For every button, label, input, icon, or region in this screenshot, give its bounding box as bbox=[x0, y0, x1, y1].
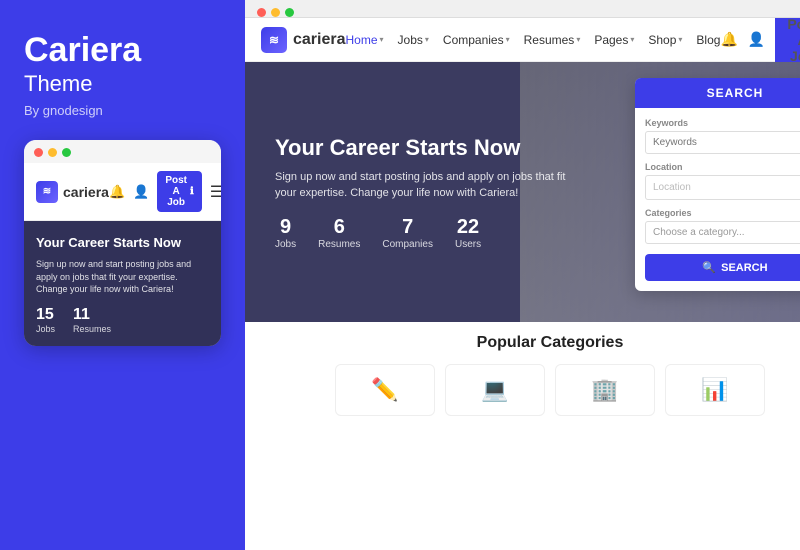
mobile-resumes-num: 11 bbox=[73, 306, 90, 324]
mobile-logo: ≋ cariera bbox=[36, 181, 109, 203]
mobile-jobs-num: 15 bbox=[36, 306, 54, 324]
search-button[interactable]: 🔍 SEARCH bbox=[645, 254, 800, 281]
categories-select[interactable]: Choose a category... bbox=[645, 221, 800, 244]
hamburger-icon[interactable]: ☰ bbox=[210, 182, 221, 202]
category-card-design[interactable]: ✏️ bbox=[335, 364, 435, 416]
left-panel: Cariera Theme By gnodesign ≋ cariera 🔔 👤… bbox=[0, 0, 245, 550]
bell-icon[interactable]: 🔔 bbox=[720, 31, 737, 48]
category-cards: ✏️ 💻 🏢 📊 bbox=[261, 364, 800, 416]
desktop-nav-links: Home ▾ Jobs ▾ Companies ▾ Resumes ▾ Page… bbox=[346, 33, 721, 47]
chevron-down-icon: ▾ bbox=[576, 35, 580, 44]
search-box: SEARCH Keywords Location Location ⊕ Cate… bbox=[635, 78, 800, 291]
user-icon: 👤 bbox=[133, 184, 149, 200]
browser-dot-yellow bbox=[271, 8, 280, 17]
desktop-logo-icon: ≋ bbox=[261, 27, 287, 53]
hero-content: Your Career Starts Now Sign up now and s… bbox=[275, 135, 575, 250]
mobile-stat-jobs: 15 Jobs bbox=[36, 306, 55, 334]
mobile-stats: 15 Jobs 11 Resumes bbox=[36, 306, 209, 334]
bell-icon: 🔔 bbox=[109, 184, 125, 200]
post-icon: ℹ bbox=[190, 186, 194, 197]
hero-jobs-label: Jobs bbox=[275, 239, 296, 250]
finance-icon: 📊 bbox=[701, 377, 728, 403]
categories-label: Categories bbox=[645, 208, 800, 218]
keywords-label: Keywords bbox=[645, 118, 800, 128]
hero-resumes-label: Resumes bbox=[318, 239, 360, 250]
brand-subtitle: Theme bbox=[24, 71, 221, 97]
user-icon[interactable]: 👤 bbox=[748, 31, 765, 48]
hero-users-label: Users bbox=[455, 239, 481, 250]
desktop-post-btn-label: Post A Job bbox=[787, 18, 800, 64]
nav-link-jobs[interactable]: Jobs ▾ bbox=[398, 33, 429, 47]
hero-companies-num: 7 bbox=[402, 216, 413, 239]
browser-dot-red bbox=[257, 8, 266, 17]
by-line: By gnodesign bbox=[24, 103, 221, 118]
mobile-jobs-label: Jobs bbox=[36, 324, 55, 334]
mobile-nav: ≋ cariera 🔔 👤 Post A Job ℹ ☰ bbox=[24, 163, 221, 221]
category-card-business[interactable]: 🏢 bbox=[555, 364, 655, 416]
mobile-mockup: ≋ cariera 🔔 👤 Post A Job ℹ ☰ Your Career… bbox=[24, 140, 221, 346]
it-icon: 💻 bbox=[481, 377, 508, 403]
chevron-down-icon: ▾ bbox=[506, 35, 510, 44]
chevron-down-icon: ▾ bbox=[678, 35, 682, 44]
hero-stat-companies: 7 Companies bbox=[382, 216, 433, 250]
mobile-stat-resumes: 11 Resumes bbox=[73, 306, 111, 334]
browser-dot-green bbox=[285, 8, 294, 17]
chevron-down-icon: ▾ bbox=[380, 35, 384, 44]
search-icon: 🔍 bbox=[702, 261, 716, 274]
mobile-window-bar bbox=[24, 140, 221, 163]
design-icon: ✏️ bbox=[371, 377, 398, 403]
hero-stat-resumes: 6 Resumes bbox=[318, 216, 360, 250]
hero-stats: 9 Jobs 6 Resumes 7 Companies 22 Users bbox=[275, 216, 575, 250]
desktop-site: ≋ cariera Home ▾ Jobs ▾ Companies ▾ Resu… bbox=[245, 18, 800, 550]
category-card-finance[interactable]: 📊 bbox=[665, 364, 765, 416]
mobile-nav-icons: 🔔 👤 bbox=[109, 184, 149, 200]
desktop-hero: Your Career Starts Now Sign up now and s… bbox=[245, 62, 800, 322]
desktop-logo-text: cariera bbox=[293, 31, 346, 49]
search-box-header: SEARCH bbox=[635, 78, 800, 108]
hero-stat-users: 22 Users bbox=[455, 216, 481, 250]
category-card-it[interactable]: 💻 bbox=[445, 364, 545, 416]
business-icon: 🏢 bbox=[591, 377, 618, 403]
nav-link-pages[interactable]: Pages ▾ bbox=[594, 33, 634, 47]
dot-red bbox=[34, 148, 43, 157]
mobile-hero-title: Your Career Starts Now bbox=[36, 235, 209, 252]
hero-text: Sign up now and start posting jobs and a… bbox=[275, 169, 575, 202]
brand-title: Cariera bbox=[24, 32, 221, 69]
dot-yellow bbox=[48, 148, 57, 157]
nav-link-shop[interactable]: Shop ▾ bbox=[648, 33, 682, 47]
hero-companies-label: Companies bbox=[382, 239, 433, 250]
hero-resumes-num: 6 bbox=[334, 216, 345, 239]
location-label: Location bbox=[645, 162, 800, 172]
hero-jobs-num: 9 bbox=[280, 216, 291, 239]
hero-title: Your Career Starts Now bbox=[275, 135, 575, 161]
nav-link-resumes[interactable]: Resumes ▾ bbox=[524, 33, 581, 47]
popular-section: Popular Categories ✏️ 💻 🏢 📊 bbox=[245, 322, 800, 426]
hero-stat-jobs: 9 Jobs bbox=[275, 216, 296, 250]
nav-link-companies[interactable]: Companies ▾ bbox=[443, 33, 510, 47]
nav-link-blog[interactable]: Blog bbox=[696, 33, 720, 47]
browser-chrome bbox=[245, 0, 800, 18]
chevron-down-icon: ▾ bbox=[630, 35, 634, 44]
location-field: Location ⊕ bbox=[645, 175, 800, 200]
mobile-hero-text: Sign up now and start posting jobs and a… bbox=[36, 258, 209, 296]
nav-link-home[interactable]: Home ▾ bbox=[346, 33, 384, 47]
mobile-logo-icon: ≋ bbox=[36, 181, 58, 203]
location-placeholder-text: Location bbox=[653, 182, 691, 193]
desktop-logo: ≋ cariera bbox=[261, 27, 346, 53]
mobile-post-job-button[interactable]: Post A Job ℹ bbox=[157, 171, 201, 212]
mobile-logo-text: cariera bbox=[63, 184, 109, 200]
mobile-post-btn-label: Post A Job bbox=[165, 175, 187, 208]
search-box-body: Keywords Location Location ⊕ Categories … bbox=[635, 108, 800, 291]
hero-users-num: 22 bbox=[457, 216, 479, 239]
desktop-navbar: ≋ cariera Home ▾ Jobs ▾ Companies ▾ Resu… bbox=[245, 18, 800, 62]
dot-green bbox=[62, 148, 71, 157]
popular-title: Popular Categories bbox=[261, 334, 800, 352]
chevron-down-icon: ▾ bbox=[425, 35, 429, 44]
search-btn-label: SEARCH bbox=[721, 262, 767, 274]
keywords-input[interactable] bbox=[645, 131, 800, 154]
mobile-hero: Your Career Starts Now Sign up now and s… bbox=[24, 221, 221, 346]
mobile-resumes-label: Resumes bbox=[73, 324, 111, 334]
right-panel: ≋ cariera Home ▾ Jobs ▾ Companies ▾ Resu… bbox=[245, 0, 800, 550]
